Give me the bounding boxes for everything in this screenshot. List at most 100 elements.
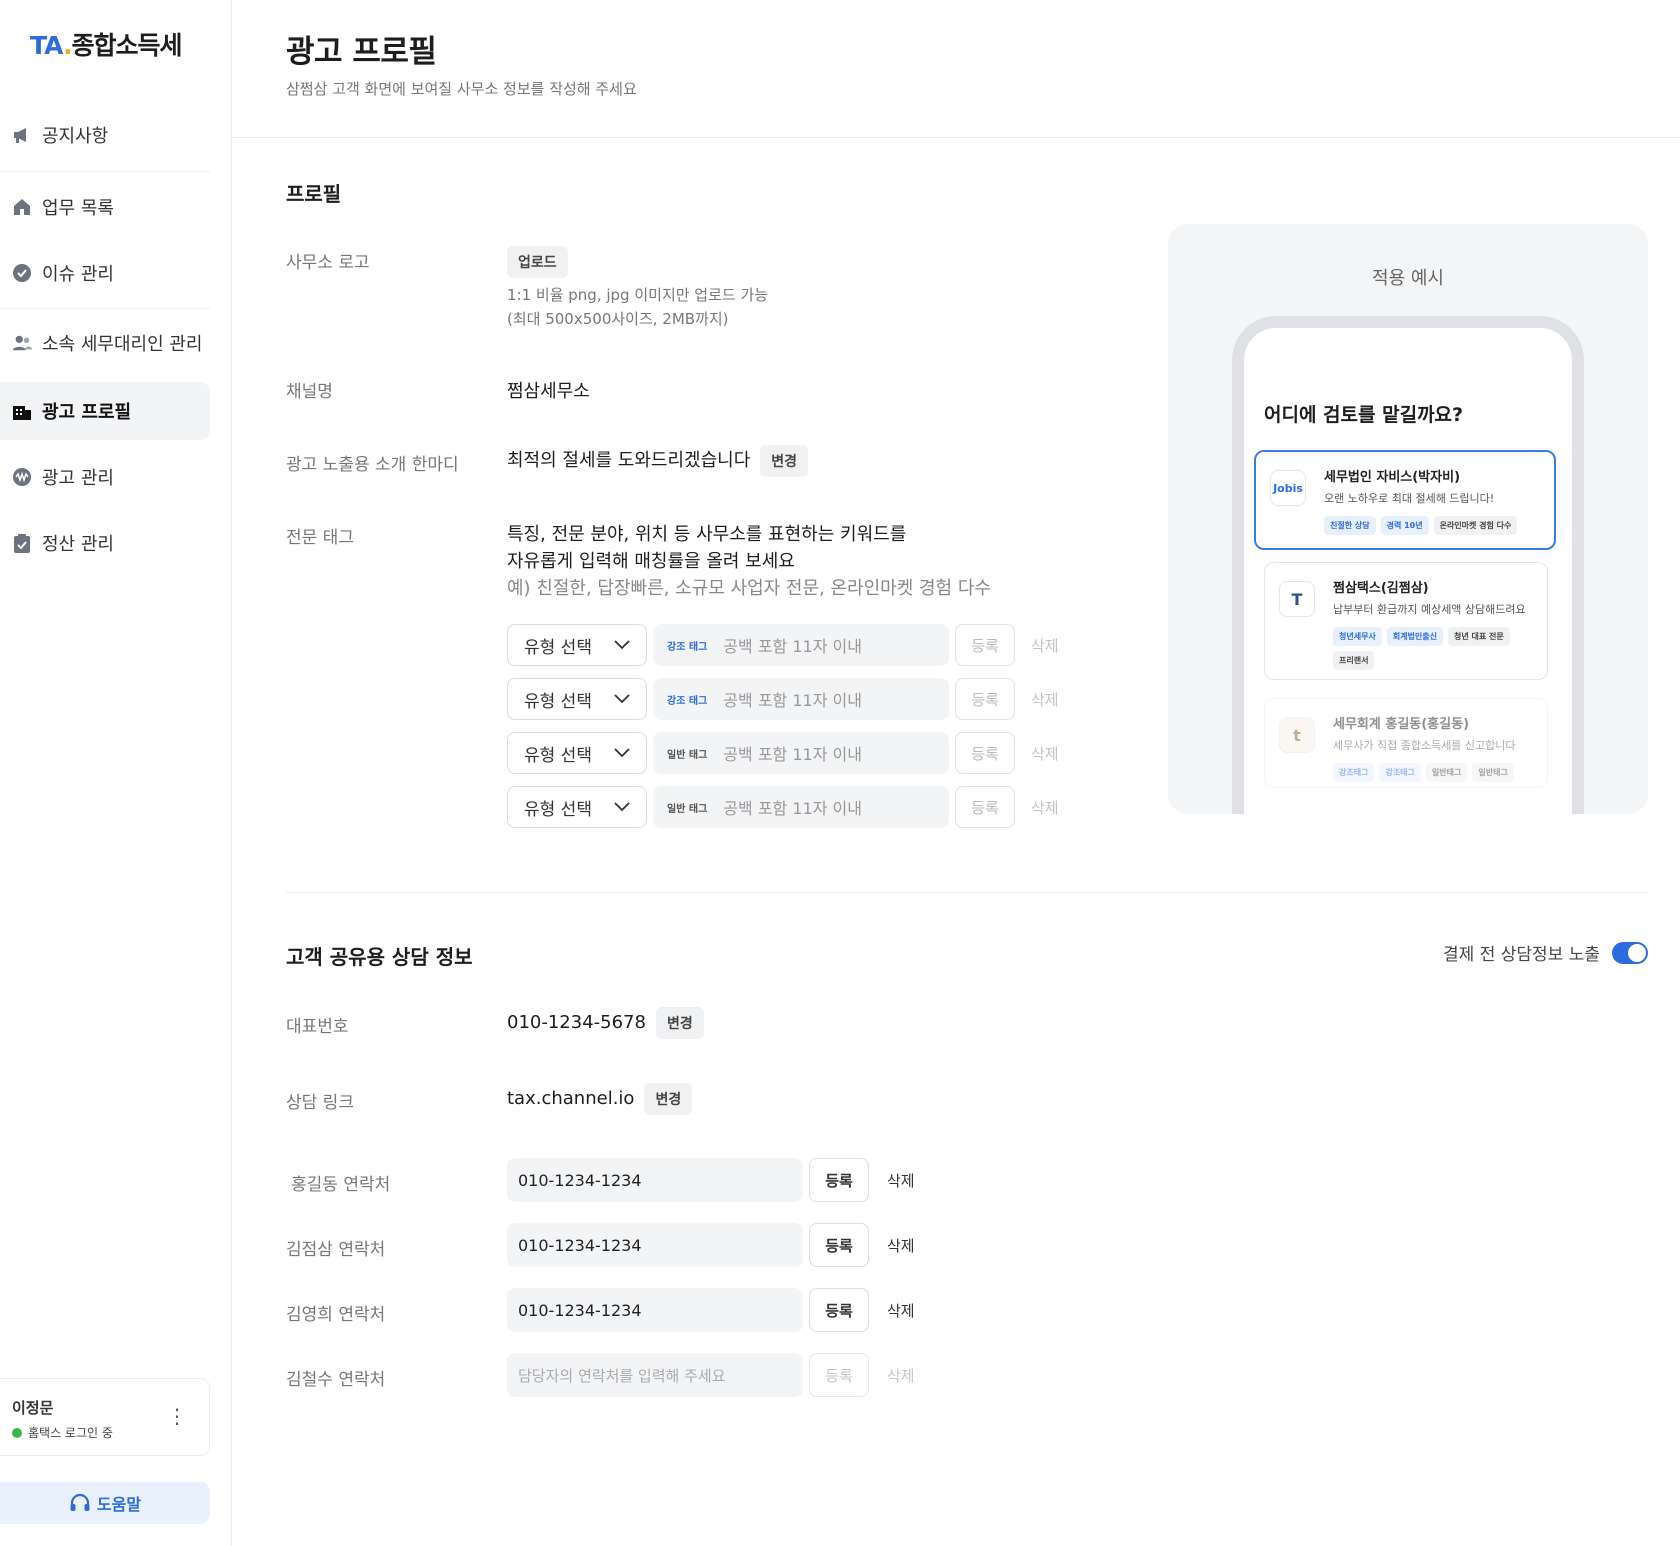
contact-delete-button[interactable]: 삭제 (887, 1235, 915, 1256)
tag-type-select[interactable]: 유형 선택 (507, 624, 647, 666)
office-tags: 강조태그 강조태그 일반태그 일반태그 (1333, 763, 1553, 782)
preview-card: Jobis 세무법인 자비스(박자비) 오랜 노하우로 최대 절세해 드립니다!… (1254, 450, 1556, 550)
sidebar-item-ad-profile[interactable]: 광고 프로필 (0, 382, 210, 440)
tags-desc-line: 특징, 전문 분야, 위치 등 사무소를 표현하는 키워드를 (507, 524, 907, 545)
preview-card: t 세무회계 홍길동(홍길동) 세무사가 직접 종합소득세를 신고합니다 강조태… (1264, 698, 1548, 788)
preview-tag: 강조태그 (1379, 763, 1421, 782)
tag-delete-button[interactable]: 삭제 (1031, 635, 1059, 656)
preview-tag: 회계법인출신 (1386, 627, 1443, 646)
upload-hint-size: (최대 500x500사이즈, 2MB까지) (507, 310, 729, 328)
consult-visibility-toggle[interactable] (1612, 941, 1648, 964)
megaphone-icon (12, 125, 32, 145)
preview-tag: 프리랜서 (1333, 651, 1375, 670)
sidebar-item-label: 이슈 관리 (42, 264, 114, 285)
office-intro: 오랜 노하우로 최대 절세해 드립니다! (1324, 492, 1495, 505)
sidebar-item-issues[interactable]: 이슈 관리 (0, 244, 210, 302)
login-status-text: 홈택스 로그인 중 (28, 1426, 113, 1440)
tag-placeholder: 공백 포함 11자 이내 (723, 745, 862, 764)
contact-register-button[interactable]: 등록 (809, 1288, 869, 1332)
contact-input[interactable]: 010-1234-1234 (507, 1158, 803, 1202)
contact-delete-button[interactable]: 삭제 (887, 1170, 915, 1191)
preview-tag: 일반태그 (1425, 763, 1468, 782)
contact-register-button[interactable]: 등록 (809, 1158, 869, 1202)
contact-register-button[interactable]: 등록 (809, 1353, 869, 1397)
office-tags: 청년세무사 회계법인출신 청년 대표 전문 프리랜서 (1333, 627, 1553, 670)
preview-tag: 친절한 상담 (1324, 516, 1376, 535)
tag-placeholder: 공백 포함 11자 이내 (723, 799, 862, 818)
sidebar-item-label: 광고 프로필 (42, 402, 132, 423)
home-icon (12, 197, 32, 217)
tag-register-button[interactable]: 등록 (955, 786, 1015, 828)
preview-tag: 강조태그 (1333, 763, 1375, 782)
tag-type-select[interactable]: 유형 선택 (507, 786, 647, 828)
phone-change-button[interactable]: 변경 (655, 1007, 704, 1039)
link-change-button[interactable]: 변경 (644, 1083, 693, 1115)
tag-delete-button[interactable]: 삭제 (1031, 797, 1059, 818)
tags-description: 특징, 전문 분야, 위치 등 사무소를 표현하는 키워드를 자유롭게 입력해 … (507, 521, 991, 602)
sidebar-item-label: 소속 세무대리인 관리 (42, 334, 203, 355)
tag-delete-button[interactable]: 삭제 (1031, 743, 1059, 764)
contact-row: 010-1234-1234 등록 삭제 (507, 1288, 915, 1332)
chevron-down-icon (614, 748, 630, 758)
header-divider (232, 137, 1680, 138)
contact-input[interactable]: 담당자의 연락처를 입력해 주세요 (507, 1353, 803, 1397)
contact-input[interactable]: 010-1234-1234 (507, 1223, 803, 1267)
office-intro: 세무사가 직접 종합소득세를 신고합니다 (1333, 739, 1516, 752)
channel-label: 채널명 (286, 382, 333, 402)
intro-change-button[interactable]: 변경 (760, 445, 809, 477)
intro-row: 최적의 절세를 도와드리겠습니다 변경 (507, 445, 809, 477)
sidebar-item-agents[interactable]: 소속 세무대리인 관리 (0, 314, 210, 372)
sidebar-divider (0, 171, 210, 172)
sidebar-item-settlement[interactable]: 정산 관리 (0, 514, 210, 572)
tag-register-button[interactable]: 등록 (955, 624, 1015, 666)
sidebar-item-tasks[interactable]: 업무 목록 (0, 178, 210, 236)
link-row: tax.channel.io 변경 (507, 1083, 693, 1115)
contact-row: 담당자의 연락처를 입력해 주세요 등록 삭제 (507, 1353, 915, 1397)
office-logo: t (1279, 717, 1315, 753)
help-button[interactable]: 도움말 (0, 1482, 210, 1524)
office-logo: Jobis (1270, 470, 1306, 506)
more-menu-icon[interactable]: ⋮ (167, 1406, 187, 1426)
tag-row: 유형 선택 일반 태그 공백 포함 11자 이내 등록 삭제 (507, 786, 1059, 828)
contact-input[interactable]: 010-1234-1234 (507, 1288, 803, 1332)
preview-tag: 청년 대표 전문 (1447, 627, 1510, 646)
tag-delete-button[interactable]: 삭제 (1031, 689, 1059, 710)
tag-input[interactable]: 강조 태그 공백 포함 11자 이내 (653, 678, 949, 720)
preview-tag: 일반태그 (1472, 763, 1514, 782)
app-logo[interactable]: TA.종합소득세 (30, 26, 182, 62)
headset-icon (70, 1493, 90, 1511)
consult-toggle-row: 결제 전 상담정보 노출 (1443, 940, 1648, 965)
sidebar-item-ad-management[interactable]: 광고 관리 (0, 448, 210, 506)
contact-delete-button[interactable]: 삭제 (887, 1300, 915, 1321)
office-name: 쩜삼택스(김쩜삼) (1333, 581, 1429, 596)
tag-type-select[interactable]: 유형 선택 (507, 678, 647, 720)
contact-label: 김점삼 연락처 (286, 1240, 386, 1260)
office-logo: T (1279, 581, 1315, 617)
user-card: 이정문 홈택스 로그인 중 ⋮ (0, 1378, 210, 1456)
help-label: 도움말 (96, 1495, 142, 1514)
office-intro: 납부부터 환급까지 예상세액 상담해드려요 (1333, 603, 1526, 616)
tag-input[interactable]: 일반 태그 공백 포함 11자 이내 (653, 732, 949, 774)
contact-register-button[interactable]: 등록 (809, 1223, 869, 1267)
contact-delete-button[interactable]: 삭제 (887, 1365, 915, 1386)
link-value: tax.channel.io (507, 1088, 635, 1109)
tag-register-button[interactable]: 등록 (955, 678, 1015, 720)
tag-input[interactable]: 일반 태그 공백 포함 11자 이내 (653, 786, 949, 828)
section-divider (286, 892, 1648, 893)
sidebar-item-label: 광고 관리 (42, 468, 114, 489)
preview-tag: 경력 10년 (1380, 516, 1429, 535)
toggle-label: 결제 전 상담정보 노출 (1443, 945, 1600, 965)
chevron-down-icon (614, 694, 630, 704)
phone-value: 010-1234-5678 (507, 1012, 646, 1033)
users-icon (12, 333, 32, 353)
contact-label: 김철수 연락처 (286, 1370, 386, 1390)
tag-input[interactable]: 강조 태그 공백 포함 11자 이내 (653, 624, 949, 666)
tag-type-select[interactable]: 유형 선택 (507, 732, 647, 774)
sidebar: TA.종합소득세 공지사항 업무 목록 이슈 관리 소속 세무대리인 관리 광고… (0, 0, 232, 1546)
tag-register-button[interactable]: 등록 (955, 732, 1015, 774)
tag-row: 유형 선택 강조 태그 공백 포함 11자 이내 등록 삭제 (507, 624, 1059, 666)
upload-button[interactable]: 업로드 (507, 246, 568, 278)
sidebar-item-notice[interactable]: 공지사항 (0, 106, 210, 164)
chevron-down-icon (614, 640, 630, 650)
clipboard-check-icon (12, 533, 32, 553)
